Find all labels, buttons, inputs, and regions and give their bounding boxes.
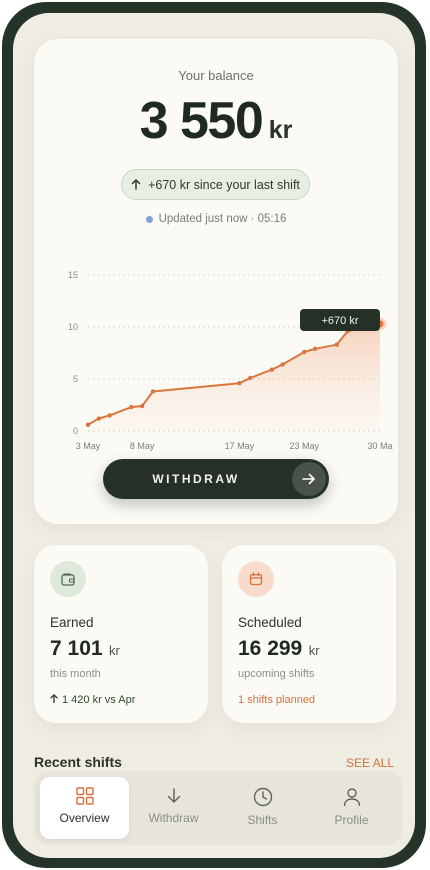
balance-label: Your balance [178, 68, 254, 83]
data-point [237, 380, 242, 386]
updated-status: Updated just now · 05:16 [34, 213, 398, 225]
x-tick-label: 17 May [225, 441, 255, 451]
bottom-tab-bar: Overview Withdraw Shifts Profile [34, 771, 402, 845]
tab-shifts[interactable]: Shifts [218, 777, 307, 839]
x-tick-label: 23 May [290, 441, 320, 451]
earned-amount: 7 101 kr [50, 637, 120, 661]
scheduled-foot: 1 shifts planned [238, 694, 316, 706]
balance-delta-badge: +670 kr since your last shift [121, 169, 310, 200]
wallet-icon [50, 561, 86, 597]
data-point [107, 413, 112, 418]
earned-comparison-text: 1 420 kr vs Apr [62, 694, 136, 706]
withdraw-label: WITHDRAW [152, 472, 240, 486]
earned-title: Earned [50, 615, 94, 630]
see-all-link[interactable]: SEE ALL [346, 756, 394, 770]
updated-text: Updated just now · 05:16 [158, 213, 287, 225]
data-point [85, 422, 91, 427]
earned-value: 7 101 [50, 637, 103, 660]
y-tick-label: 10 [68, 322, 78, 332]
data-point [150, 389, 156, 394]
data-point [334, 342, 339, 347]
y-tick-label: 15 [68, 270, 78, 280]
arrow-up-icon [50, 694, 58, 704]
balance-value: 3 550 [139, 92, 264, 150]
scheduled-card[interactable]: Scheduled 16 299 kr upcoming shifts 1 sh… [222, 545, 396, 723]
scheduled-unit: kr [308, 643, 320, 658]
tab-profile-label: Profile [334, 813, 369, 827]
phone-frame: Your balance 3 550 kr +670 kr since your… [2, 2, 426, 868]
y-tick-label: 0 [73, 426, 78, 436]
tab-withdraw-label: Withdraw [148, 811, 199, 825]
data-point [312, 346, 318, 352]
earned-subtitle: this month [50, 668, 101, 680]
earned-unit: kr [109, 643, 120, 658]
clock-icon [253, 787, 272, 807]
chart-tooltip: +670 kr [300, 309, 380, 331]
balance-chart: 15 10 5 0 3 May 8 May 17 May 23 May 30 Ma +670 … [68, 270, 393, 451]
chart-tooltip-text: +670 kr [322, 315, 359, 327]
chart-y-axis: 15 10 5 0 [68, 270, 78, 436]
earned-card[interactable]: Earned 7 101 kr this month 1 420 kr vs A… [34, 545, 208, 723]
tab-profile[interactable]: Profile [307, 777, 396, 839]
scheduled-title: Scheduled [238, 615, 302, 630]
calendar-icon [238, 561, 274, 597]
chart-x-axis: 3 May 8 May 17 May 23 May 30 Ma [76, 441, 393, 451]
y-tick-label: 5 [73, 374, 78, 384]
recent-shifts-heading: Recent shifts [34, 754, 122, 770]
arrow-up-icon [131, 179, 141, 190]
data-point [96, 416, 102, 421]
person-icon [343, 788, 360, 807]
balance-amount: 3 550 kr [34, 91, 398, 151]
earned-comparison: 1 420 kr vs Apr [50, 694, 135, 706]
tab-withdraw[interactable]: Withdraw [129, 777, 218, 839]
arrow-down-icon [167, 788, 180, 803]
tab-shifts-label: Shifts [247, 813, 278, 827]
data-point [248, 375, 253, 381]
x-tick-label: 3 May [76, 441, 101, 451]
balance-card: Your balance 3 550 kr +670 kr since your… [34, 39, 398, 524]
data-point [129, 404, 134, 410]
scheduled-value: 16 299 [238, 637, 303, 660]
app-screen: Your balance 3 550 kr +670 kr since your… [13, 13, 415, 858]
x-tick-label: 8 May [130, 441, 155, 451]
delta-text: +670 kr since your last shift [148, 177, 300, 192]
balance-currency: kr [268, 116, 293, 144]
arrow-right-icon [292, 462, 326, 496]
data-point [139, 403, 145, 409]
scheduled-subtitle: upcoming shifts [238, 668, 315, 680]
tab-overview[interactable]: Overview [40, 777, 129, 839]
tab-overview-label: Overview [59, 811, 110, 825]
x-tick-label: 30 Ma [367, 441, 392, 451]
data-point [269, 367, 275, 372]
chart-area [88, 323, 380, 431]
status-dot-icon [145, 215, 153, 223]
data-point [302, 349, 307, 355]
scheduled-amount: 16 299 kr [238, 637, 320, 661]
withdraw-button[interactable]: WITHDRAW [103, 459, 329, 499]
data-point [280, 362, 285, 367]
grid-icon [75, 787, 94, 805]
